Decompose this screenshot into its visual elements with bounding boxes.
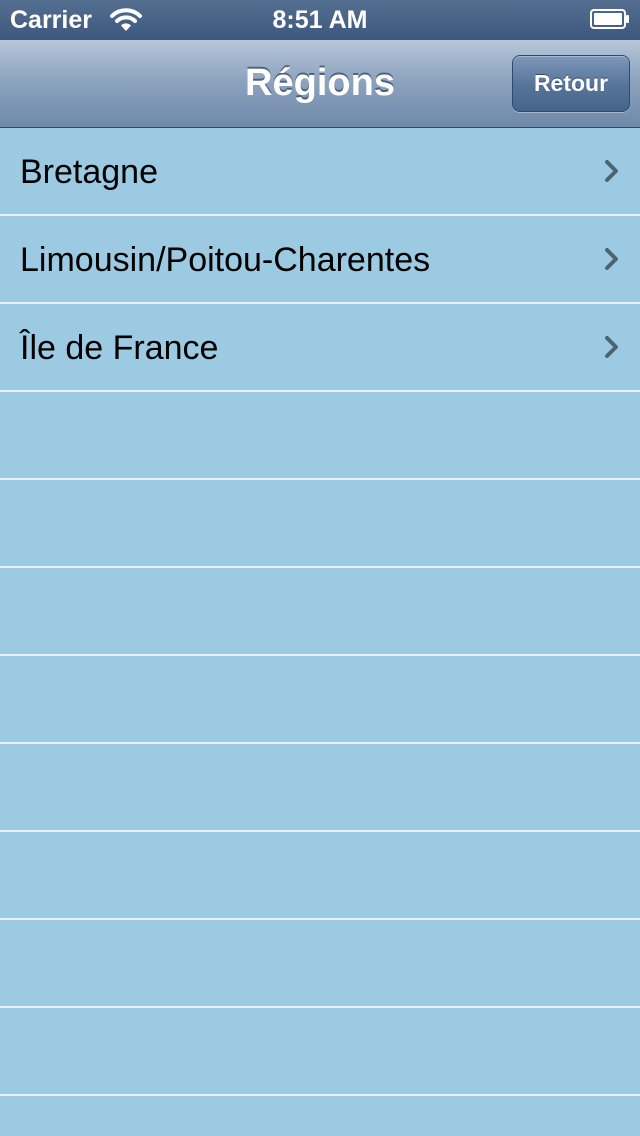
- back-button[interactable]: Retour: [512, 55, 630, 112]
- chevron-right-icon: [604, 335, 620, 359]
- empty-table-row: [0, 920, 640, 1008]
- empty-table-row: [0, 568, 640, 656]
- row-label: Limousin/Poitou-Charentes: [20, 241, 431, 279]
- regions-table: Bretagne Limousin/Poitou-Charentes Île d…: [0, 128, 640, 1136]
- table-row-ile-de-france[interactable]: Île de France: [0, 304, 640, 392]
- empty-table-row: [0, 1096, 640, 1136]
- battery-icon: [590, 9, 630, 29]
- empty-table-row: [0, 744, 640, 832]
- row-label: Île de France: [20, 329, 219, 367]
- empty-table-row: [0, 392, 640, 480]
- navigation-bar: Régions Retour: [0, 40, 640, 128]
- table-row-limousin-poitou-charentes[interactable]: Limousin/Poitou-Charentes: [0, 216, 640, 304]
- status-time: 8:51 AM: [272, 6, 368, 34]
- empty-table-row: [0, 656, 640, 744]
- status-bar: Carrier 8:51 AM: [0, 0, 640, 40]
- chevron-right-icon: [604, 247, 620, 271]
- table-row-bretagne[interactable]: Bretagne: [0, 128, 640, 216]
- empty-table-row: [0, 480, 640, 568]
- empty-table-row: [0, 1008, 640, 1096]
- empty-table-row: [0, 832, 640, 920]
- chevron-right-icon: [604, 159, 620, 183]
- row-label: Bretagne: [20, 153, 158, 191]
